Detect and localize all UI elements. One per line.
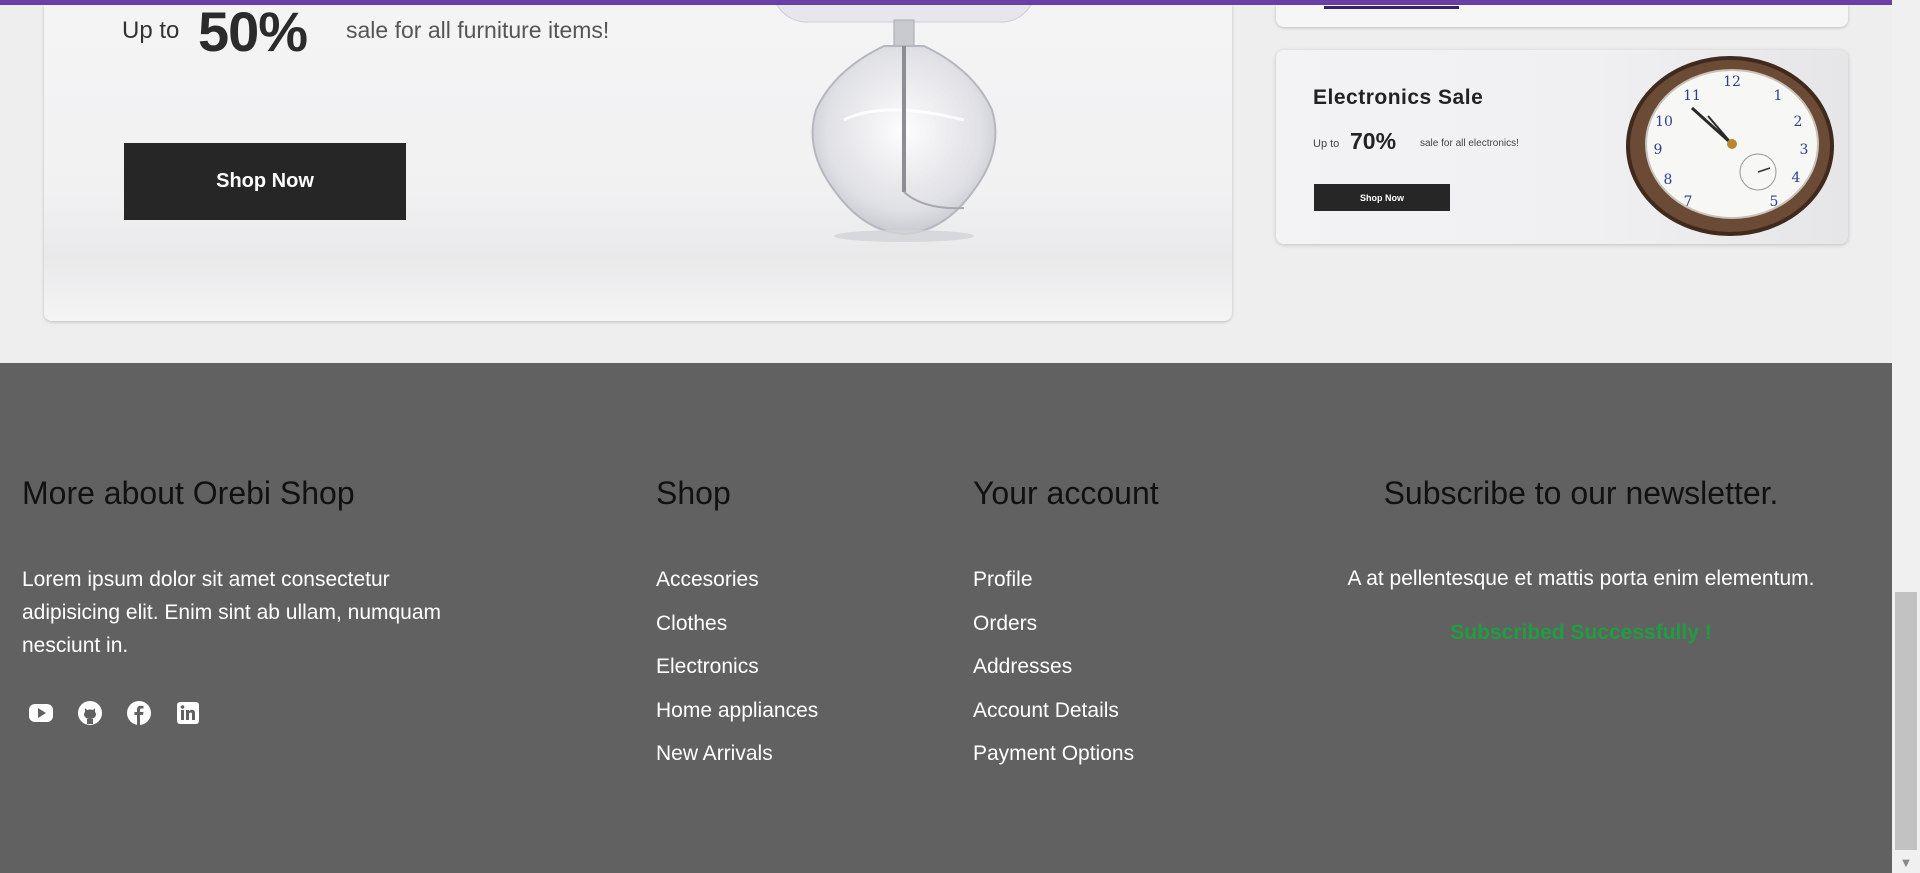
svg-text:10: 10 xyxy=(1655,114,1673,130)
electronics-sale-banner: Electronics Sale Up to 70% sale for all … xyxy=(1276,50,1848,244)
about-text-line: adipisicing elit. Enim sint ab ullam, nu… xyxy=(22,601,442,624)
about-text-line: nesciunt in. xyxy=(22,634,129,657)
footer-link-payment-options[interactable]: Payment Options xyxy=(973,742,1134,766)
pocket-watch-image: 12 1 2 3 4 5 10 9 8 7 11 xyxy=(1626,56,1834,236)
hero-shop-now-button[interactable]: Shop Now xyxy=(124,143,406,220)
newsletter-description: A at pellentesque et mattis porta enim e… xyxy=(1347,567,1815,590)
footer-newsletter-heading: Subscribe to our newsletter. xyxy=(1383,475,1779,511)
footer-shop-heading: Shop xyxy=(656,475,731,511)
hero-percent: 50% xyxy=(198,5,308,63)
glass-lamp-image xyxy=(776,5,1032,242)
svg-text:5: 5 xyxy=(1770,194,1779,210)
electronics-subtitle: sale for all electronics! xyxy=(1420,138,1519,149)
github-icon[interactable] xyxy=(75,698,105,728)
footer-link-profile[interactable]: Profile xyxy=(973,568,1033,592)
footer-link-clothes[interactable]: Clothes xyxy=(656,612,727,636)
scroll-down-arrow-icon[interactable]: ▼ xyxy=(1892,854,1920,873)
svg-text:8: 8 xyxy=(1664,172,1673,188)
linkedin-icon[interactable] xyxy=(173,698,203,728)
footer-link-account-details[interactable]: Account Details xyxy=(973,699,1119,723)
svg-text:3: 3 xyxy=(1800,142,1809,158)
promo-section: Up to 50% sale for all furniture items! … xyxy=(0,5,1892,363)
svg-text:11: 11 xyxy=(1683,88,1701,104)
footer-link-addresses[interactable]: Addresses xyxy=(973,655,1072,679)
side-banner-button-edge xyxy=(1324,6,1459,9)
footer-link-home-appliances[interactable]: Home appliances xyxy=(656,699,818,723)
facebook-icon[interactable] xyxy=(124,698,154,728)
youtube-icon[interactable] xyxy=(26,698,56,728)
footer-about-text: Lorem ipsum dolor sit amet consectetur a… xyxy=(22,563,492,662)
footer-link-electronics[interactable]: Electronics xyxy=(656,655,759,679)
svg-text:9: 9 xyxy=(1654,142,1663,158)
footer-account-heading: Your account xyxy=(973,475,1159,511)
hero-subtitle: sale for all furniture items! xyxy=(346,17,610,43)
electronics-up-to: Up to xyxy=(1313,138,1340,150)
footer-about-heading: More about Orebi Shop xyxy=(22,475,355,511)
about-text-line: Lorem ipsum dolor sit amet consectetur xyxy=(22,568,390,591)
footer-link-orders[interactable]: Orders xyxy=(973,612,1037,636)
svg-text:4: 4 xyxy=(1792,170,1801,186)
hero-up-to: Up to xyxy=(122,17,180,44)
newsletter-success-message: Subscribed Successfully ! xyxy=(1450,621,1712,644)
scrollbar-thumb[interactable] xyxy=(1895,592,1917,850)
furniture-sale-banner: Up to 50% sale for all furniture items! … xyxy=(44,5,1232,321)
svg-text:12: 12 xyxy=(1723,74,1741,90)
svg-text:2: 2 xyxy=(1794,114,1803,130)
side-banner-top xyxy=(1276,5,1848,27)
electronics-shop-now-button[interactable]: Shop Now xyxy=(1314,184,1450,211)
footer-link-accesories[interactable]: Accesories xyxy=(656,568,759,592)
electronics-sale-title: Electronics Sale xyxy=(1313,86,1484,109)
svg-text:7: 7 xyxy=(1684,194,1693,210)
footer-link-new-arrivals[interactable]: New Arrivals xyxy=(656,742,773,766)
svg-text:1: 1 xyxy=(1774,88,1783,104)
electronics-percent: 70% xyxy=(1350,128,1397,154)
site-footer: More about Orebi Shop Lorem ipsum dolor … xyxy=(0,363,1892,873)
